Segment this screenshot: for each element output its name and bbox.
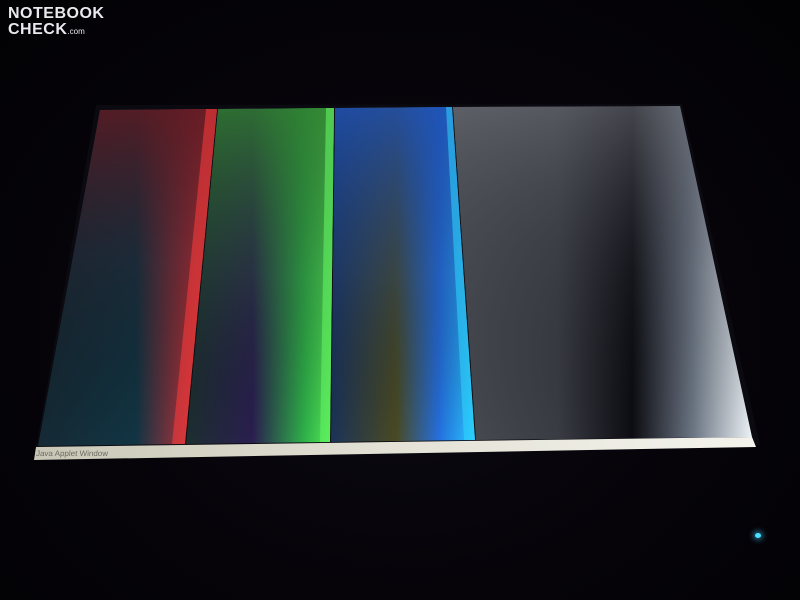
power-led-indicator xyxy=(755,533,761,538)
status-bar-text: Java Applet Window xyxy=(35,449,109,458)
photo-frame: NOTEBOOK CHECK.com Java Applet Window xyxy=(0,0,800,600)
blue-gradient-band xyxy=(331,107,475,442)
laptop-screen xyxy=(34,104,760,460)
grey-gradient-band xyxy=(453,106,752,440)
